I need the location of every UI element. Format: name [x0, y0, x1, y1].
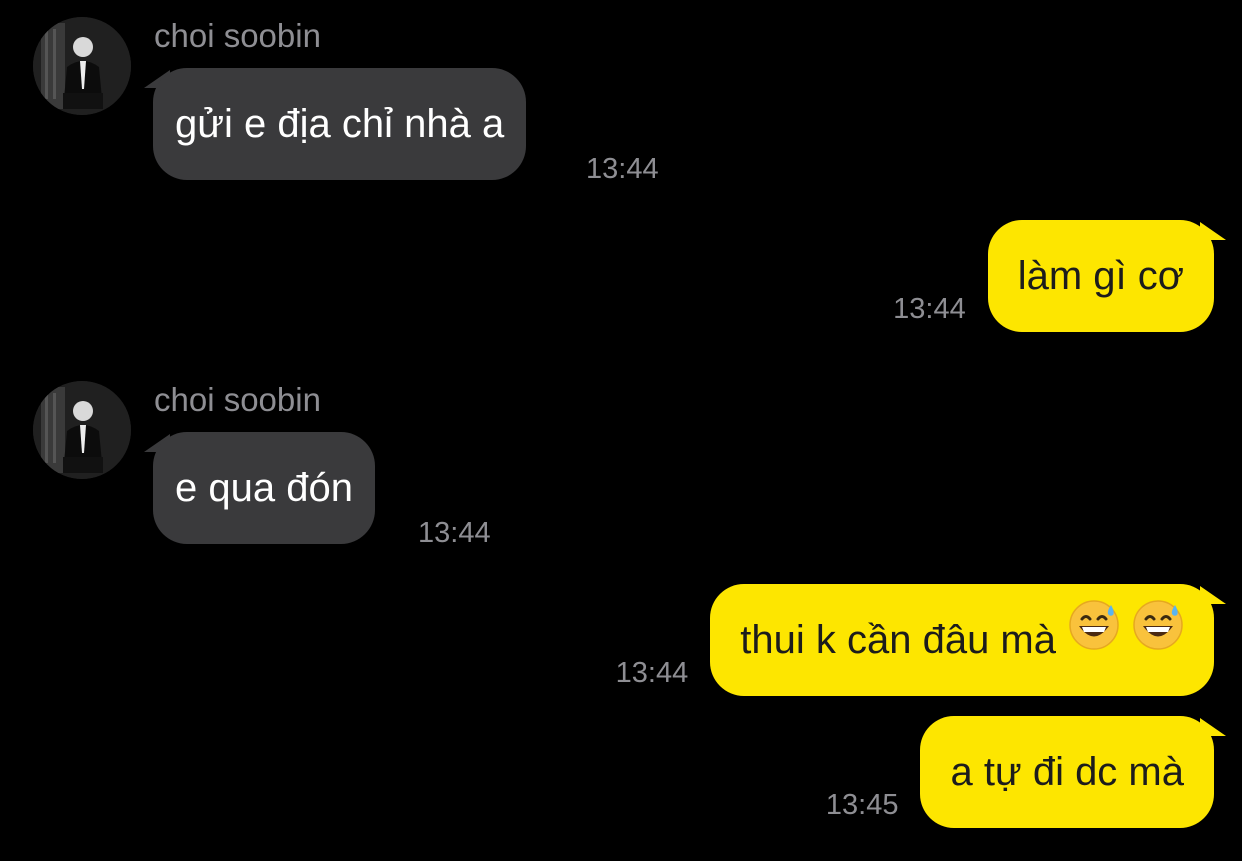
avatar[interactable]: [33, 17, 131, 115]
message-bubble-incoming[interactable]: gửi e địa chỉ nhà a: [153, 68, 527, 180]
bubble-tail: [1200, 222, 1226, 240]
grinning-face-with-sweat-icon: [1068, 582, 1120, 694]
message-time: 13:44: [893, 293, 966, 325]
sender-name: choi soobin: [154, 17, 321, 54]
message-time: 13:44: [418, 517, 491, 549]
message-bubble-outgoing[interactable]: a tự đi dc mà: [920, 716, 1214, 828]
message-bubble-outgoing[interactable]: làm gì cơ: [987, 220, 1214, 332]
message-bubble-outgoing[interactable]: thui k cần đâu mà: [710, 584, 1214, 696]
message-bubble-incoming[interactable]: e qua đón: [153, 432, 375, 544]
chat-thread: choi soobin gửi e địa chỉ nhà a 13:44 13…: [0, 0, 1242, 861]
bubble-tail: [1200, 586, 1226, 604]
message-text: gửi e địa chỉ nhà a: [175, 102, 505, 146]
avatar-photo-icon: [33, 381, 131, 479]
message-text: làm gì cơ: [1017, 254, 1184, 298]
bubble-tail: [1200, 718, 1226, 736]
sender-name: choi soobin: [154, 381, 321, 418]
message-time: 13:45: [825, 789, 899, 821]
message-text: thui k cần đâu mà: [740, 618, 1056, 662]
avatar-photo-icon: [33, 17, 131, 115]
message-text: e qua đón: [175, 466, 353, 510]
message-time: 13:44: [615, 657, 689, 689]
avatar[interactable]: [33, 381, 131, 479]
message-time: 13:44: [586, 153, 659, 185]
grinning-face-with-sweat-icon: [1132, 582, 1184, 694]
message-text: a tự đi dc mà: [950, 750, 1184, 794]
